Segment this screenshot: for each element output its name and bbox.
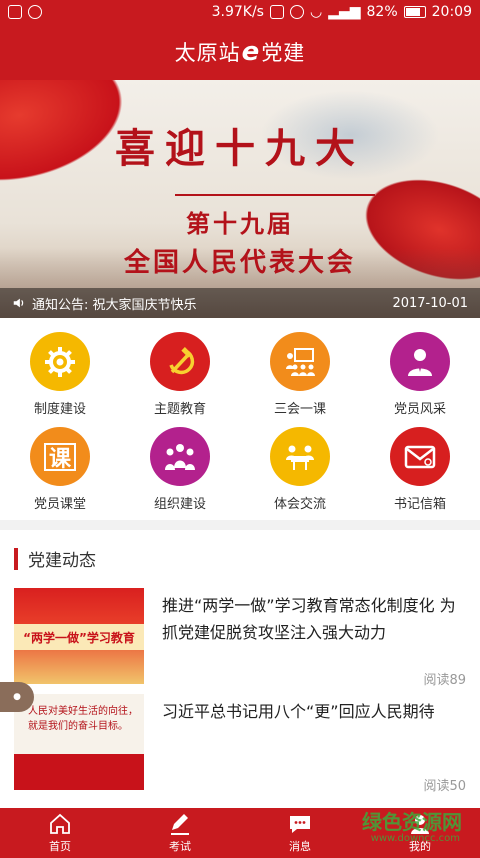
battery-icon [403, 6, 426, 18]
grid-item-theme-education[interactable]: 主题教育 [120, 322, 240, 417]
grid-label: 党员课堂 [33, 497, 86, 512]
section-title: 党建动态 [28, 551, 96, 571]
header-title-prefix: 太原站 [174, 41, 241, 65]
thumb-caption: “两学一做”学习教育 [14, 624, 144, 650]
group-icon [150, 427, 210, 486]
banner-rule [175, 194, 375, 196]
section-divider [0, 520, 480, 530]
notice-bar[interactable]: 通知公告: 祝大家国庆节快乐 2017-10-01 [0, 288, 480, 318]
grid-label: 制度建设 [33, 402, 86, 417]
person-icon [390, 332, 450, 391]
discussion-icon [270, 427, 330, 486]
thumb-red-band [14, 754, 144, 790]
feature-grid: 制度建设 主题教育 三会一课 党员风采 课 党员课堂 组织建设 体会交流 书记信… [0, 322, 480, 512]
banner-title-main: 喜迎十九大 [115, 125, 365, 172]
lesson-icon: 课 [30, 427, 90, 486]
grid-label: 组织建设 [153, 497, 206, 512]
nav-messages[interactable]: 消息 [240, 808, 360, 858]
message-icon [290, 816, 310, 833]
watermark-text: 绿色资源网 [362, 810, 462, 834]
watermark-url: www.downcc.com [370, 833, 460, 844]
screen-icon [269, 5, 284, 19]
banner-carousel[interactable]: 喜迎十九大 第十九届 全国人民代表大会 通知公告: 祝大家国庆节快乐 2017-… [0, 80, 480, 318]
news-item[interactable]: 人民对美好生活的向往，就是我们的奋斗目标。 习近平总书记用八个“更”回应人民期待… [14, 694, 466, 794]
header-title-e: e [241, 37, 261, 67]
face-icon [28, 5, 42, 19]
alarm-icon [289, 5, 304, 19]
grid-label: 体会交流 [273, 497, 326, 512]
nav-label: 考试 [169, 840, 191, 853]
status-bar: 3.97K/s ◡ ▂▄▆ 82% 20:09 [0, 0, 480, 24]
hammer-sickle-icon [150, 332, 210, 391]
pencil-icon [171, 814, 189, 835]
shield-icon [8, 5, 22, 19]
speaker-icon [13, 298, 24, 308]
notice-date: 2017-10-01 [392, 295, 468, 311]
section-accent-bar [14, 547, 18, 570]
app-header: 太原站 e 党建 [0, 24, 480, 80]
header-title-suffix: 党建 [261, 41, 306, 65]
news-title: 推进“两学一做”学习教育常态化制度化 为抓党建促脱贫攻坚注入强大动力 [162, 596, 456, 642]
banner-title-sub1: 第十九届 [186, 209, 294, 238]
news-title: 习近平总书记用八个“更”回应人民期待 [162, 702, 435, 721]
grid-item-secretary-mailbox[interactable]: 书记信箱 [360, 417, 480, 512]
clock: 20:09 [431, 4, 472, 20]
svg-text:课: 课 [49, 447, 72, 472]
nav-home[interactable]: 首页 [0, 808, 120, 858]
gear-icon [30, 332, 90, 391]
home-icon [50, 813, 70, 834]
grid-item-experience-exchange[interactable]: 体会交流 [240, 417, 360, 512]
news-item[interactable]: “两学一做”学习教育 推进“两学一做”学习教育常态化制度化 为抓党建促脱贫攻坚注… [14, 588, 466, 688]
news-read-count: 阅读89 [423, 673, 466, 688]
grid-item-member-style[interactable]: 党员风采 [360, 322, 480, 417]
floating-assistant-button[interactable]: ● [0, 682, 34, 712]
grid-label: 主题教育 [153, 402, 206, 417]
news-read-count: 阅读50 [423, 779, 466, 794]
grid-label: 党员风采 [393, 402, 446, 417]
grid-item-organization[interactable]: 组织建设 [120, 417, 240, 512]
grid-label: 三会一课 [273, 402, 326, 417]
nav-label: 消息 [289, 840, 311, 853]
meeting-icon [270, 332, 330, 391]
grid-item-three-meetings[interactable]: 三会一课 [240, 322, 360, 417]
section-header: 党建动态 [14, 546, 96, 571]
network-speed: 3.97K/s [211, 4, 264, 20]
banner-title-sub2: 全国人民代表大会 [123, 248, 356, 278]
news-thumbnail: “两学一做”学习教育 [14, 588, 144, 684]
mail-icon [390, 427, 450, 486]
thumb-caption: 人民对美好生活的向往，就是我们的奋斗目标。 [28, 706, 138, 732]
grid-item-system-building[interactable]: 制度建设 [0, 322, 120, 417]
nav-exam[interactable]: 考试 [120, 808, 240, 858]
notice-text: 通知公告: 祝大家国庆节快乐 [32, 297, 197, 313]
robot-icon: ● [13, 692, 21, 702]
battery-percent: 82% [366, 4, 398, 20]
nav-label: 首页 [49, 840, 71, 853]
news-thumbnail: 人民对美好生活的向往，就是我们的奋斗目标。 [14, 694, 144, 790]
signal-icon: ▂▄▆ [328, 4, 361, 20]
grid-item-member-class[interactable]: 课 党员课堂 [0, 417, 120, 512]
grid-label: 书记信箱 [393, 497, 446, 512]
wifi-icon: ◡ [309, 4, 323, 20]
